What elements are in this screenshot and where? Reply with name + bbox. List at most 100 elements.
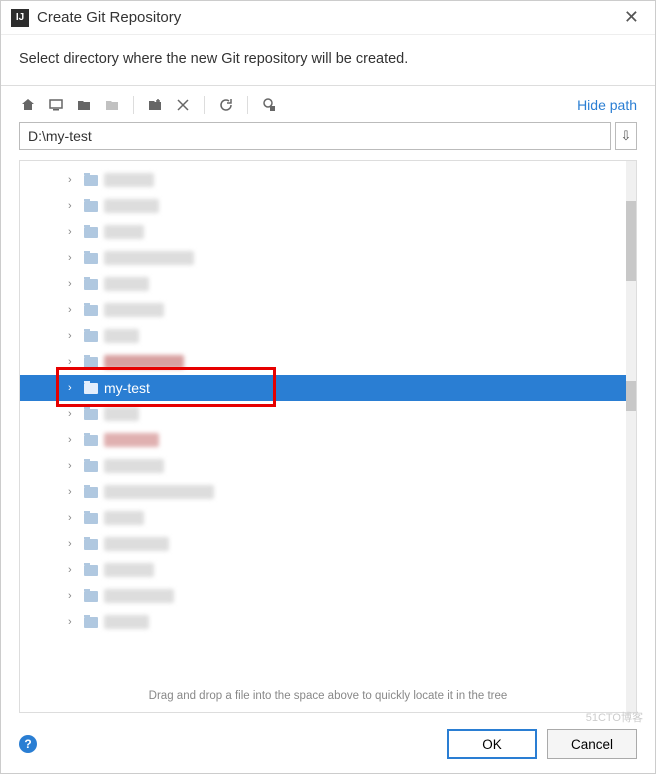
folder-icon [84,565,98,576]
tree-item-selected[interactable]: › my-test [20,375,636,401]
close-icon[interactable]: ✕ [618,7,645,28]
path-row: ⇩ [1,122,655,160]
tree-item-label-blurred [104,303,164,317]
chevron-right-icon: › [68,226,78,238]
folder-icon [84,435,98,446]
tree-item-label-blurred [104,225,144,239]
chevron-right-icon: › [68,200,78,212]
dialog-subtitle: Select directory where the new Git repos… [1,35,655,86]
tree-item-label-blurred [104,485,214,499]
history-dropdown-icon[interactable]: ⇩ [615,122,637,150]
hide-path-link[interactable]: Hide path [577,97,637,113]
tree-item-label-blurred [104,615,149,629]
tree-item-label-blurred [104,459,164,473]
delete-icon[interactable] [174,96,192,114]
folder-icon [84,383,98,394]
new-folder-icon[interactable] [146,96,164,114]
tree-item[interactable]: › [20,271,636,297]
chevron-right-icon: › [68,304,78,316]
tree-item-label-blurred [104,251,194,265]
chevron-right-icon: › [68,564,78,576]
toolbar-separator [247,96,248,114]
tree-item[interactable]: › [20,583,636,609]
folder-icon [84,461,98,472]
scrollbar-thumb[interactable] [626,381,636,411]
scrollbar-thumb[interactable] [626,201,636,281]
folder-icon [84,617,98,628]
tree-item[interactable]: › [20,557,636,583]
chevron-right-icon: › [68,382,78,394]
tree-item-label-blurred [104,277,149,291]
chevron-right-icon: › [68,590,78,602]
path-input[interactable] [19,122,611,150]
project-folder-icon[interactable] [75,96,93,114]
tree-item[interactable]: › [20,297,636,323]
folder-icon [84,357,98,368]
intellij-icon: IJ [11,9,29,27]
create-git-repository-dialog: IJ Create Git Repository ✕ Select direct… [0,0,656,774]
folder-icon [84,539,98,550]
chevron-right-icon: › [68,460,78,472]
folder-icon [84,253,98,264]
help-icon[interactable]: ? [19,735,37,753]
chevron-right-icon: › [68,512,78,524]
chevron-right-icon: › [68,174,78,186]
cancel-button[interactable]: Cancel [547,729,637,759]
folder-icon [84,409,98,420]
desktop-icon[interactable] [47,96,65,114]
watermark: 51CTO博客 [586,709,643,725]
chevron-right-icon: › [68,408,78,420]
toolbar: Hide path [1,86,655,122]
ok-button[interactable]: OK [447,729,537,759]
tree-item-label-blurred [104,173,154,187]
folder-icon [84,513,98,524]
folder-icon [84,591,98,602]
tree-item[interactable]: › [20,245,636,271]
home-icon[interactable] [19,96,37,114]
tree-item[interactable]: › [20,167,636,193]
toolbar-separator [204,96,205,114]
tree-item[interactable]: › [20,479,636,505]
tree-item[interactable]: › [20,505,636,531]
tree-item[interactable]: › [20,531,636,557]
dialog-footer: ? OK Cancel [1,719,655,773]
tree-item-label-blurred [104,199,159,213]
dialog-title: Create Git Repository [37,9,618,26]
folder-icon [84,175,98,186]
tree-item-label-blurred [104,355,184,369]
tree-item-label-blurred [104,537,169,551]
tree-item[interactable]: › [20,323,636,349]
tree-item-label-blurred [104,589,174,603]
chevron-right-icon: › [68,486,78,498]
chevron-right-icon: › [68,434,78,446]
tree-item-label-blurred [104,563,154,577]
tree-item-label: my-test [104,380,150,396]
tree-item-label-blurred [104,329,139,343]
chevron-right-icon: › [68,330,78,342]
titlebar: IJ Create Git Repository ✕ [1,1,655,35]
tree-item[interactable]: › [20,427,636,453]
refresh-icon[interactable] [217,96,235,114]
tree-item[interactable]: › [20,193,636,219]
chevron-right-icon: › [68,278,78,290]
folder-icon [84,305,98,316]
tree-item[interactable]: › [20,609,636,635]
chevron-right-icon: › [68,252,78,264]
tree-item-label-blurred [104,433,159,447]
toolbar-separator [133,96,134,114]
tree-item[interactable]: › [20,219,636,245]
drop-hint: Drag and drop a file into the space abov… [20,686,636,712]
folder-icon [84,331,98,342]
tree-item[interactable]: › [20,349,636,375]
show-hidden-icon[interactable] [260,96,278,114]
folder-icon [84,201,98,212]
tree-item-label-blurred [104,407,139,421]
module-folder-icon[interactable] [103,96,121,114]
tree-item[interactable]: › [20,401,636,427]
chevron-right-icon: › [68,616,78,628]
folder-icon [84,227,98,238]
directory-tree[interactable]: › › › › › › › › › my-test › › › › › › › ›… [20,161,636,686]
directory-tree-panel: › › › › › › › › › my-test › › › › › › › ›… [19,160,637,713]
tree-item[interactable]: › [20,453,636,479]
tree-item-label-blurred [104,511,144,525]
